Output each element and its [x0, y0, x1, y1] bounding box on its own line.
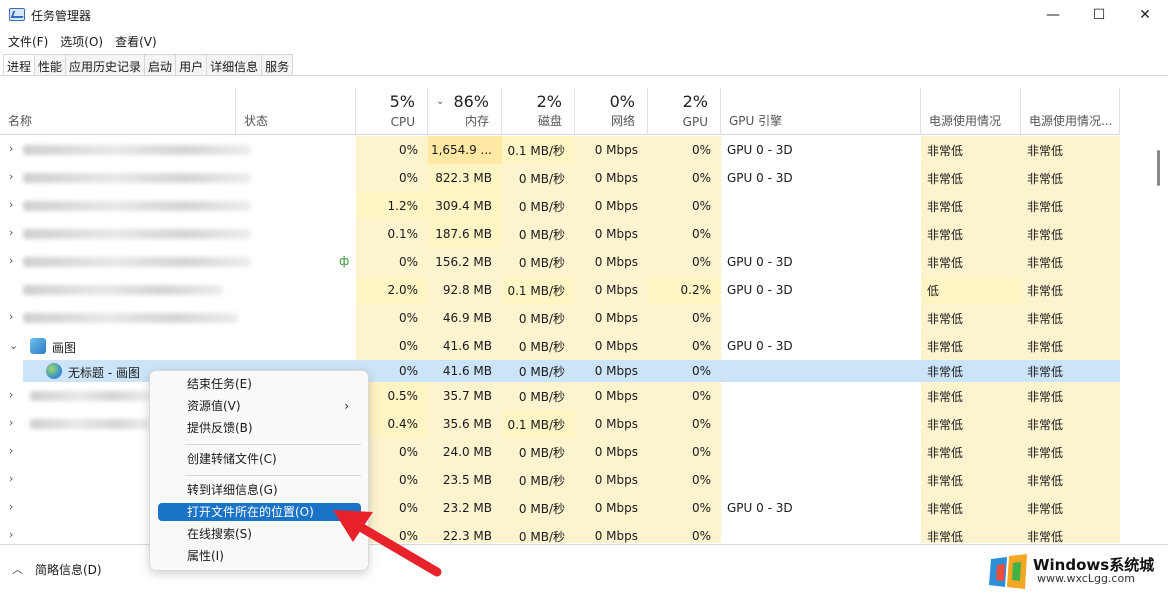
menu-view[interactable]: 查看(V): [107, 31, 161, 51]
blurred-process-name: [23, 145, 251, 155]
menu-end-task[interactable]: 结束任务(E): [158, 375, 361, 393]
table-row[interactable]: › 1.2% 309.4 MB 0 MB/秒 0 Mbps 0% 非常低 非常低: [0, 192, 1120, 220]
header-power[interactable]: 电源使用情况: [921, 88, 1021, 135]
menu-bar: 文件(F) 选项(O) 查看(V): [0, 31, 161, 51]
table-row-paint-group[interactable]: ⌄ 画图 0% 41.6 MB 0 MB/秒 0 Mbps 0% GPU 0 -…: [0, 332, 1120, 360]
tab-users[interactable]: 用户: [175, 54, 208, 75]
table-row[interactable]: › ф 0% 156.2 MB 0 MB/秒 0 Mbps 0% GPU 0 -…: [0, 248, 1120, 276]
blurred-process-name: [23, 173, 251, 183]
chevron-right-icon[interactable]: ›: [9, 388, 13, 401]
title-bar: 任务管理器 — ☐ ✕: [0, 0, 1168, 30]
chevron-down-icon[interactable]: ⌄: [9, 339, 18, 352]
header-cpu[interactable]: 5% CPU: [356, 88, 428, 135]
menu-provide-feedback[interactable]: 提供反馈(B): [158, 419, 361, 437]
tab-processes[interactable]: 进程: [3, 54, 36, 75]
blurred-process-name: [23, 285, 223, 295]
chevron-right-icon[interactable]: ›: [9, 416, 13, 429]
efficiency-leaf-icon: ф: [339, 254, 350, 268]
blurred-process-name: [30, 419, 150, 429]
windows-logo-icon: [989, 554, 1027, 589]
paint-app-icon: [30, 338, 46, 354]
window-title: 任务管理器: [31, 9, 92, 23]
blurred-process-name: [23, 313, 238, 323]
site-watermark: Windows系统城 www.wxcLgg.com: [985, 550, 1168, 593]
minimize-button[interactable]: —: [1030, 0, 1076, 30]
menu-divider: [185, 444, 361, 445]
table-row[interactable]: › 0% 1,654.9 ... 0.1 MB/秒 0 Mbps 0% GPU …: [0, 136, 1120, 164]
table-row[interactable]: › 0% 822.3 MB 0 MB/秒 0 Mbps 0% GPU 0 - 3…: [0, 164, 1120, 192]
blurred-process-name: [23, 257, 251, 267]
tab-app-history[interactable]: 应用历史记录: [65, 54, 146, 75]
task-manager-app-icon: [9, 8, 25, 21]
menu-options[interactable]: 选项(O): [52, 31, 107, 51]
sort-chevron-down-icon: ⌄: [436, 96, 445, 107]
tab-services[interactable]: 服务: [261, 54, 294, 75]
table-row[interactable]: › 0.1% 187.6 MB 0 MB/秒 0 Mbps 0% 非常低 非常低: [0, 220, 1120, 248]
menu-go-to-details[interactable]: 转到详细信息(G): [158, 481, 361, 499]
tab-startup[interactable]: 启动: [144, 54, 177, 75]
table-row[interactable]: › 0% 46.9 MB 0 MB/秒 0 Mbps 0% 非常低 非常低: [0, 304, 1120, 332]
chevron-right-icon[interactable]: ›: [9, 226, 13, 239]
red-arrow-annotation: [333, 510, 442, 577]
menu-create-dump-file[interactable]: 创建转储文件(C): [158, 450, 361, 468]
vertical-scrollbar-thumb[interactable]: [1157, 150, 1160, 186]
chevron-right-icon[interactable]: ›: [9, 444, 13, 457]
chevron-right-icon[interactable]: ›: [9, 198, 13, 211]
chevron-right-icon[interactable]: ›: [9, 472, 13, 485]
tab-details[interactable]: 详细信息: [206, 54, 263, 75]
chevron-right-icon: ›: [344, 399, 349, 413]
fewer-details-link[interactable]: 简略信息(D): [35, 561, 102, 578]
chevron-right-icon[interactable]: ›: [9, 500, 13, 513]
chevron-right-icon[interactable]: ›: [9, 170, 13, 183]
watermark-url: www.wxcLgg.com: [1037, 572, 1135, 585]
blurred-process-name: [30, 391, 150, 401]
header-gpu-engine[interactable]: GPU 引擎: [721, 88, 921, 135]
menu-file[interactable]: 文件(F): [0, 31, 52, 51]
blurred-process-name: [23, 201, 251, 211]
chevron-right-icon[interactable]: ›: [9, 310, 13, 323]
header-status[interactable]: 状态: [236, 88, 356, 135]
paint-window-icon: [46, 363, 62, 379]
menu-resource-values[interactable]: 资源值(V) ›: [158, 397, 361, 415]
chevron-right-icon[interactable]: ›: [9, 254, 13, 267]
header-memory[interactable]: ⌄ 86% 内存: [428, 88, 502, 135]
chevron-right-icon[interactable]: ›: [9, 528, 13, 541]
header-disk[interactable]: 2% 磁盘: [502, 88, 575, 135]
header-name[interactable]: 名称: [0, 88, 236, 135]
chevron-up-icon[interactable]: ︿: [12, 561, 23, 577]
table-row[interactable]: 2.0% 92.8 MB 0.1 MB/秒 0 Mbps 0.2% GPU 0 …: [0, 276, 1120, 304]
header-gpu[interactable]: 2% GPU: [648, 88, 721, 135]
header-power-trend[interactable]: 电源使用情况...: [1021, 88, 1120, 135]
chevron-right-icon[interactable]: ›: [9, 142, 13, 155]
maximize-button[interactable]: ☐: [1076, 0, 1122, 30]
blurred-process-name: [23, 229, 251, 239]
menu-divider: [185, 475, 361, 476]
column-header-row: 名称 状态 5% CPU ⌄ 86% 内存 2% 磁盘 0% 网络 2% GPU…: [0, 88, 1120, 135]
tab-bar: 进程 性能 应用历史记录 启动 用户 详细信息 服务: [0, 54, 1168, 76]
close-button[interactable]: ✕: [1122, 0, 1168, 30]
header-network[interactable]: 0% 网络: [575, 88, 648, 135]
tab-performance[interactable]: 性能: [34, 54, 67, 75]
